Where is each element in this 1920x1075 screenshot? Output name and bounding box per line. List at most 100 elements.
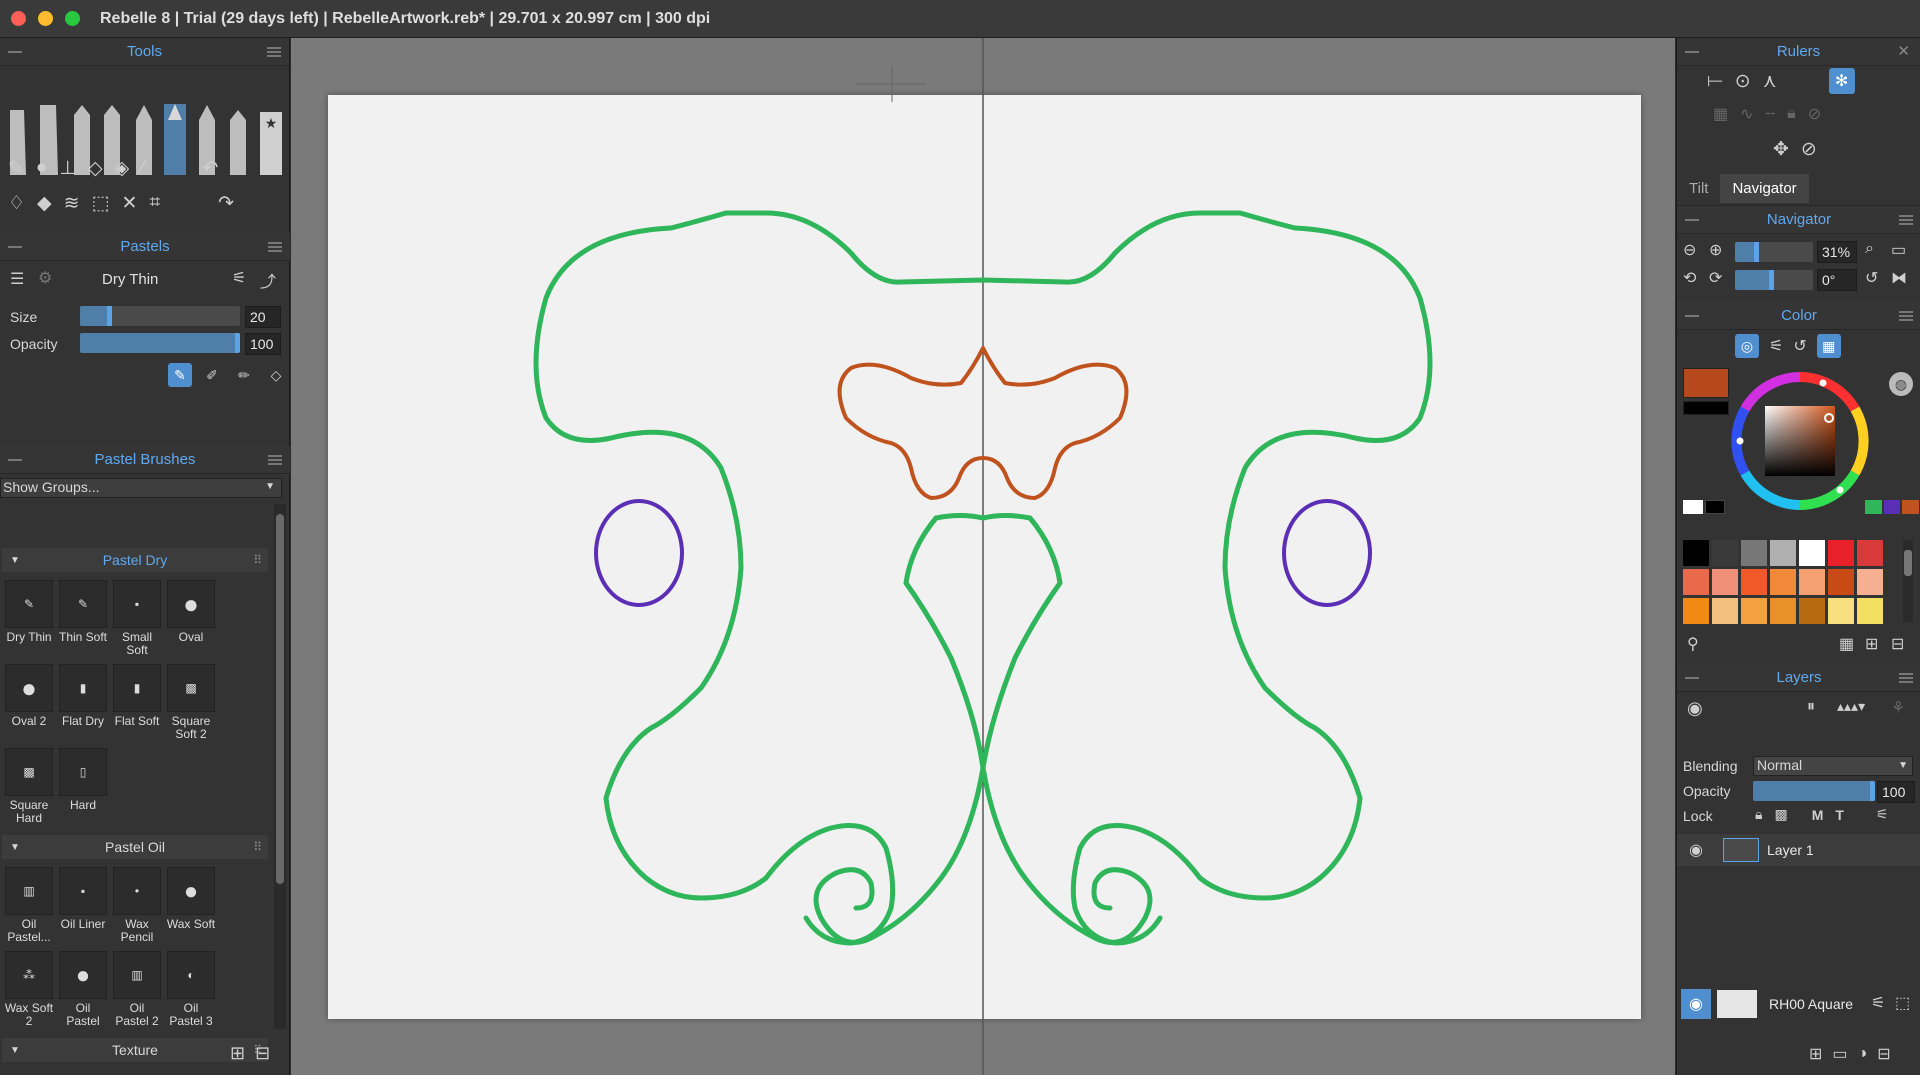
paper-options-icon[interactable]: ⚟ <box>1871 993 1885 1013</box>
palette-swatch[interactable] <box>1741 569 1767 595</box>
eye-icon[interactable]: ◉ <box>1689 840 1703 860</box>
recent-color-swatch[interactable] <box>1883 500 1901 514</box>
eyedropper-icon[interactable]: ⁄ <box>141 157 144 179</box>
minimize-window-button[interactable] <box>38 11 53 26</box>
palette-swatch[interactable] <box>1683 569 1709 595</box>
zoom-slider[interactable] <box>1735 242 1813 262</box>
group-header-pastel-dry[interactable]: ▼ Pastel Dry ⠿ <box>2 548 268 572</box>
brush-list-icon[interactable]: ☰ <box>10 269 24 289</box>
layer-opacity-value[interactable]: 100 <box>1877 781 1915 803</box>
brush-item[interactable]: ● Oval <box>166 580 216 644</box>
lock-icon[interactable]: 🔒︎ <box>1755 806 1762 823</box>
blow-tool-icon[interactable]: ≋ <box>64 192 80 215</box>
primary-color-swatch[interactable] <box>1683 368 1729 398</box>
paper-select-icon[interactable]: ⬚ <box>1895 993 1910 1013</box>
size-slider[interactable] <box>80 306 240 326</box>
curve-icon[interactable]: ∿ <box>1740 104 1753 124</box>
smudge-mode-icon[interactable]: ✏ <box>232 363 256 387</box>
palette-swatch[interactable] <box>1857 569 1883 595</box>
ruler-icon[interactable]: ╌ <box>1766 104 1776 124</box>
palette-swatch[interactable] <box>1770 569 1796 595</box>
palette-swatch[interactable] <box>1857 598 1883 624</box>
crop-tool-icon[interactable]: ⌗ <box>149 192 160 214</box>
add-group-icon[interactable]: ▭ <box>1832 1044 1847 1064</box>
tracing-t-icon[interactable]: T <box>1835 807 1844 823</box>
selection-tool-icon[interactable]: ⬚ <box>92 192 110 215</box>
brush-item[interactable]: ▮ Flat Soft <box>112 664 162 728</box>
fit-window-icon[interactable]: ▭ <box>1891 240 1906 260</box>
stroke-options-icon[interactable]: ⤴ <box>260 268 276 292</box>
size-slider-knob[interactable] <box>107 306 112 326</box>
brush-item[interactable]: ⁂ Wax Soft 2 <box>4 951 54 1028</box>
brush-item[interactable]: ▮ Flat Dry <box>58 664 108 728</box>
panel-menu-icon[interactable] <box>268 455 282 465</box>
flip-horizontal-icon[interactable]: ⧓ <box>1891 268 1907 288</box>
tracing-icon[interactable]: ◉ <box>1687 698 1703 719</box>
group-header-pastel-oil[interactable]: ▼ Pastel Oil ⠿ <box>2 835 268 859</box>
drag-handle-icon[interactable]: ⠿ <box>253 840 262 854</box>
remove-color-icon[interactable]: ⊟ <box>1891 634 1904 654</box>
reset-icon[interactable]: ⊘ <box>1808 104 1821 124</box>
palette-swatch[interactable] <box>1828 569 1854 595</box>
tab-tilt[interactable]: Tilt <box>1677 174 1720 203</box>
ellipse-ruler-icon[interactable]: ⊙ <box>1735 70 1751 93</box>
brush-item[interactable]: ▯ Hard <box>58 748 108 812</box>
brush-item[interactable]: ▩ Square Soft 2 <box>166 664 216 741</box>
brush-item[interactable]: ● Oval 2 <box>4 664 54 728</box>
brush-item[interactable]: ● Oil Pastel <box>58 951 108 1028</box>
stamp-tool-icon[interactable]: ⊥ <box>59 157 76 180</box>
merge-layer-icon[interactable]: ◑ <box>1858 1045 1868 1063</box>
drag-handle-icon[interactable]: ⠿ <box>253 553 262 567</box>
brush-item[interactable]: ▩ Square Hard <box>4 748 54 825</box>
reset-rotation-icon[interactable]: ↺ <box>1865 268 1878 288</box>
palette-swatch[interactable] <box>1741 540 1767 566</box>
panel-menu-icon[interactable] <box>1899 215 1913 225</box>
dry-layer-icon[interactable]: ⚘ <box>1891 698 1905 718</box>
rotation-value[interactable]: 0° <box>1817 269 1857 291</box>
brush-options-icon[interactable]: ⚟ <box>232 268 246 288</box>
pause-drying-icon[interactable]: ⏸ <box>1807 698 1815 716</box>
layer-row[interactable]: ◉ Layer 1 <box>1677 834 1920 866</box>
palette-swatch[interactable] <box>1828 598 1854 624</box>
paper-visibility-icon[interactable]: ◉ <box>1681 989 1711 1019</box>
zoom-value[interactable]: 31% <box>1817 241 1857 263</box>
collapse-icon[interactable] <box>1685 51 1699 53</box>
fit-zoom-icon[interactable]: ⌕ <box>1865 240 1874 258</box>
delete-layer-icon[interactable]: ⊟ <box>1877 1044 1890 1064</box>
color-sliders-mode-icon[interactable]: ⚟ <box>1769 336 1783 356</box>
canvas-area[interactable] <box>291 38 1675 1075</box>
blending-dropdown[interactable]: Normal ▼ <box>1753 756 1913 776</box>
scrollbar-thumb[interactable] <box>276 514 284 884</box>
water-tool-icon[interactable]: ♢ <box>8 192 25 215</box>
palette-swatch[interactable] <box>1799 569 1825 595</box>
opacity-slider[interactable] <box>80 333 240 353</box>
white-swatch[interactable] <box>1683 500 1703 514</box>
collapse-icon[interactable] <box>1685 677 1699 679</box>
dry-tool-icon[interactable]: ◆ <box>37 192 52 215</box>
remove-brush-icon[interactable]: ⊟ <box>255 1043 270 1064</box>
add-brush-icon[interactable]: ⊞ <box>230 1043 245 1064</box>
secondary-color-swatch[interactable] <box>1683 401 1729 415</box>
layer-options-icon[interactable]: ⚟ <box>1876 806 1889 823</box>
show-groups-dropdown[interactable]: Show Groups... ▼ <box>0 478 282 498</box>
brush-item[interactable]: ▪ Oil Liner <box>58 867 108 931</box>
paper-row[interactable]: ◉ RH00 Aquare ⚟ ⬚ <box>1677 987 1920 1021</box>
palette-swatch[interactable] <box>1828 540 1854 566</box>
brush-settings-icon[interactable]: ⚙ <box>38 268 52 288</box>
erase-mode-icon[interactable]: ◇ <box>264 363 288 387</box>
reset-ruler-icon[interactable]: ⊘ <box>1801 138 1817 161</box>
rotation-slider-knob[interactable] <box>1769 270 1774 290</box>
palette-swatch[interactable] <box>1799 540 1825 566</box>
opacity-value[interactable]: 100 <box>245 333 281 355</box>
brush-item[interactable]: ◐ Oil Pastel 3 <box>166 951 216 1028</box>
paint-mode-icon[interactable]: ✎ <box>168 363 192 387</box>
opacity-slider-knob[interactable] <box>235 333 240 353</box>
palette-swatch[interactable] <box>1857 540 1883 566</box>
panel-menu-icon[interactable] <box>1899 673 1913 683</box>
brush-item[interactable]: ● Wax Soft <box>166 867 216 931</box>
brush-item[interactable]: ▪ Small Soft <box>112 580 162 657</box>
eraser-icon[interactable]: ◇ <box>88 157 103 180</box>
palette-scrollbar[interactable] <box>1903 540 1913 622</box>
collapse-icon[interactable] <box>1685 219 1699 221</box>
palette-swatch[interactable] <box>1770 540 1796 566</box>
